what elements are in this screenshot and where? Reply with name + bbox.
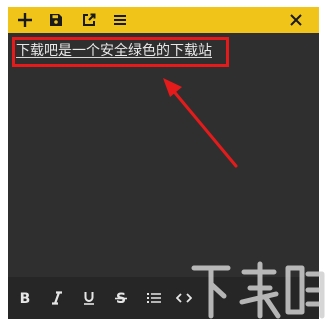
open-external-button[interactable] xyxy=(78,9,100,31)
strikethrough-icon: S xyxy=(115,291,127,305)
new-note-button[interactable] xyxy=(14,9,36,31)
bold-icon: B xyxy=(20,291,31,305)
code-button[interactable] xyxy=(174,288,194,308)
underline-button[interactable] xyxy=(79,288,99,308)
external-link-icon xyxy=(83,13,96,26)
formatting-toolbar: B S xyxy=(8,277,319,319)
close-button[interactable] xyxy=(285,9,307,31)
note-toolbar xyxy=(8,7,319,33)
underline-icon xyxy=(84,292,94,305)
save-button[interactable] xyxy=(45,9,67,31)
italic-icon xyxy=(52,291,62,305)
plus-icon xyxy=(18,13,32,27)
close-icon xyxy=(290,14,302,26)
save-icon xyxy=(50,14,62,26)
italic-button[interactable] xyxy=(47,288,67,308)
note-editor[interactable] xyxy=(8,33,319,277)
bold-button[interactable]: B xyxy=(15,288,35,308)
bulleted-list-button[interactable] xyxy=(144,288,164,308)
note-text: 下载吧是一个安全绿色的下载站 xyxy=(16,43,212,59)
menu-button[interactable] xyxy=(109,9,131,31)
strikethrough-button[interactable]: S xyxy=(111,288,131,308)
bulleted-list-icon xyxy=(147,293,161,303)
menu-icon xyxy=(114,15,126,25)
svg-text:B: B xyxy=(20,291,31,305)
code-icon xyxy=(176,293,192,303)
